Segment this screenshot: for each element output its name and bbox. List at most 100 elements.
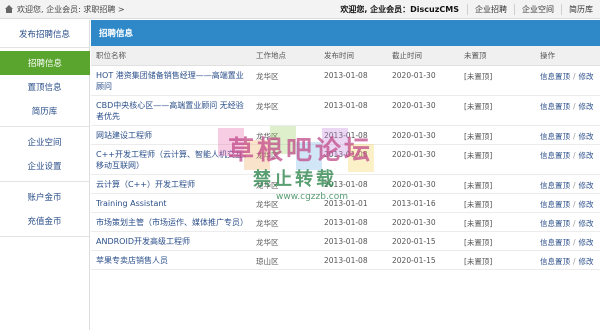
action-separator: /: [573, 101, 576, 111]
edit-button[interactable]: 修改: [579, 181, 594, 190]
welcome-user: 欢迎您, 企业会员：DiscuzCMS: [340, 5, 459, 14]
edit-button[interactable]: 修改: [579, 151, 594, 160]
job-title-link[interactable]: C++开发工程师（云计算、智能人机交互、移动互联网）: [91, 144, 251, 175]
job-title-link[interactable]: ANDROID开发高级工程师: [91, 231, 251, 251]
job-title-link[interactable]: CBD中央核心区——高端置业顾问 无经验者优先: [91, 95, 251, 126]
table-row: 网站建设工程师 龙华区 2013-01-08 2020-01-30 [未置顶] 信息置顶 /…: [91, 125, 600, 145]
breadcrumb-link-job[interactable]: 求职招聘: [83, 5, 115, 14]
action-separator: /: [573, 237, 576, 247]
table-row: C++开发工程师（云计算、智能人机交互、移动互联网） 龙华区 2013-01-08 2…: [91, 144, 600, 175]
row-actions: 信息置顶 / 修改: [535, 250, 600, 270]
job-title-link[interactable]: HOT 港资集团储备销售经理——高端置业顾问: [91, 65, 251, 96]
job-status: [未置顶]: [459, 174, 535, 194]
edit-button[interactable]: 修改: [579, 257, 594, 266]
row-actions: 信息置顶 / 修改: [535, 231, 600, 251]
pin-button[interactable]: 信息置顶: [540, 200, 570, 209]
job-location: 龙华区: [251, 231, 319, 251]
action-separator: /: [573, 150, 576, 160]
job-published: 2013-01-08: [319, 125, 387, 145]
job-table: 职位名称 工作地点 发布时间 截止时间 未置顶 操作 HOT 港资集团储备销售经…: [91, 46, 600, 270]
job-status: [未置顶]: [459, 144, 535, 175]
job-location: 龙华区: [251, 125, 319, 145]
publish-job-button[interactable]: 发布招聘信息: [0, 20, 89, 48]
pin-button[interactable]: 信息置顶: [540, 72, 570, 81]
job-published: 2013-01-08: [319, 212, 387, 232]
table-row: 市场策划主管（市场运作、媒体推广专员） 龙华区 2013-01-08 2020-01-…: [91, 212, 600, 232]
main-panel: 招聘信息 职位名称 工作地点 发布时间 截止时间 未置顶 操作 HOT 港资集团…: [91, 20, 600, 330]
pin-button[interactable]: 信息置顶: [540, 181, 570, 190]
job-title-link[interactable]: 网站建设工程师: [91, 125, 251, 145]
table-row: 苹果专卖店销售人员 琼山区 2013-01-08 2020-01-15 [未置顶] 信息置…: [91, 250, 600, 270]
edit-button[interactable]: 修改: [579, 72, 594, 81]
pin-button[interactable]: 信息置顶: [540, 219, 570, 228]
pin-button[interactable]: 信息置顶: [540, 238, 570, 247]
sidebar-item-resumes[interactable]: 简历库: [0, 99, 89, 123]
table-header-row: 职位名称 工作地点 发布时间 截止时间 未置顶 操作: [91, 46, 600, 66]
action-separator: /: [573, 199, 576, 209]
sidebar-item-job-info[interactable]: 招聘信息: [0, 51, 90, 75]
sidebar-item-recharge[interactable]: 充值金币: [0, 209, 89, 233]
top-nav: 欢迎您, 企业会员：DiscuzCMS 企业招聘 企业空间 简历库: [332, 0, 600, 19]
job-status: [未置顶]: [459, 250, 535, 270]
top-link-recruit[interactable]: 企业招聘: [468, 4, 514, 15]
job-title-link[interactable]: 市场策划主管（市场运作、媒体推广专员）: [91, 212, 251, 232]
job-deadline: 2020-01-30: [387, 125, 459, 145]
pin-button[interactable]: 信息置顶: [540, 132, 570, 141]
top-link-resume[interactable]: 简历库: [562, 4, 600, 15]
job-title-link[interactable]: 苹果专卖店销售人员: [91, 250, 251, 270]
sidebar-group-recruit: 招聘信息 置顶信息 简历库: [0, 48, 90, 127]
row-actions: 信息置顶 / 修改: [535, 174, 600, 194]
row-actions: 信息置顶 / 修改: [535, 212, 600, 232]
table-row: ANDROID开发高级工程师 龙华区 2013-01-08 2020-01-15 [未置…: [91, 231, 600, 251]
job-location: 龙华区: [251, 144, 319, 175]
sidebar-item-space[interactable]: 企业空间: [0, 130, 89, 154]
job-deadline: 2020-01-30: [387, 174, 459, 194]
edit-button[interactable]: 修改: [579, 102, 594, 111]
breadcrumb-arrow: >: [117, 4, 125, 14]
edit-button[interactable]: 修改: [579, 132, 594, 141]
sidebar-item-coins[interactable]: 账户金币: [0, 185, 89, 209]
job-published: 2013-01-08: [319, 144, 387, 175]
job-status: [未置顶]: [459, 95, 535, 126]
col-header-location: 工作地点: [251, 46, 319, 66]
top-link-space[interactable]: 企业空间: [515, 4, 561, 15]
row-actions: 信息置顶 / 修改: [535, 125, 600, 145]
table-row: 云计算（C++）开发工程师 龙华区 2013-01-08 2020-01-30 [未置顶…: [91, 174, 600, 194]
pin-button[interactable]: 信息置顶: [540, 257, 570, 266]
job-published: 2013-01-08: [319, 65, 387, 96]
edit-button[interactable]: 修改: [579, 219, 594, 228]
sidebar-item-settings[interactable]: 企业设置: [0, 154, 89, 178]
pin-button[interactable]: 信息置顶: [540, 102, 570, 111]
pin-button[interactable]: 信息置顶: [540, 151, 570, 160]
job-location: 龙华区: [251, 212, 319, 232]
table-row: CBD中央核心区——高端置业顾问 无经验者优先 龙华区 2013-01-08 2020…: [91, 95, 600, 126]
sidebar: 发布招聘信息 招聘信息 置顶信息 简历库 企业空间 企业设置 账户金币 充值金币: [0, 20, 90, 330]
sidebar-item-pinned[interactable]: 置顶信息: [0, 75, 89, 99]
col-header-actions: 操作: [535, 46, 600, 66]
row-actions: 信息置顶 / 修改: [535, 193, 600, 213]
job-location: 龙华区: [251, 95, 319, 126]
job-title-link[interactable]: Training Assistant: [91, 193, 251, 213]
job-status: [未置顶]: [459, 231, 535, 251]
edit-button[interactable]: 修改: [579, 200, 594, 209]
job-published: 2013-01-08: [319, 174, 387, 194]
job-status: [未置顶]: [459, 125, 535, 145]
job-status: [未置顶]: [459, 212, 535, 232]
col-header-published: 发布时间: [319, 46, 387, 66]
job-location: 龙华区: [251, 65, 319, 96]
sidebar-group-account: 账户金币 充值金币: [0, 182, 89, 237]
edit-button[interactable]: 修改: [579, 238, 594, 247]
col-header-deadline: 截止时间: [387, 46, 459, 66]
action-separator: /: [573, 71, 576, 81]
action-separator: /: [573, 180, 576, 190]
job-deadline: 2020-01-15: [387, 250, 459, 270]
breadcrumb-welcome: 欢迎您, 企业会员:: [17, 4, 81, 14]
job-title-link[interactable]: 云计算（C++）开发工程师: [91, 174, 251, 194]
table-row: HOT 港资集团储备销售经理——高端置业顾问 龙华区 2013-01-08 2020-…: [91, 65, 600, 96]
job-status: [未置顶]: [459, 65, 535, 96]
col-header-title: 职位名称: [91, 46, 251, 66]
home-icon[interactable]: [4, 4, 14, 14]
row-actions: 信息置顶 / 修改: [535, 65, 600, 96]
col-header-status: 未置顶: [459, 46, 535, 66]
action-separator: /: [573, 218, 576, 228]
